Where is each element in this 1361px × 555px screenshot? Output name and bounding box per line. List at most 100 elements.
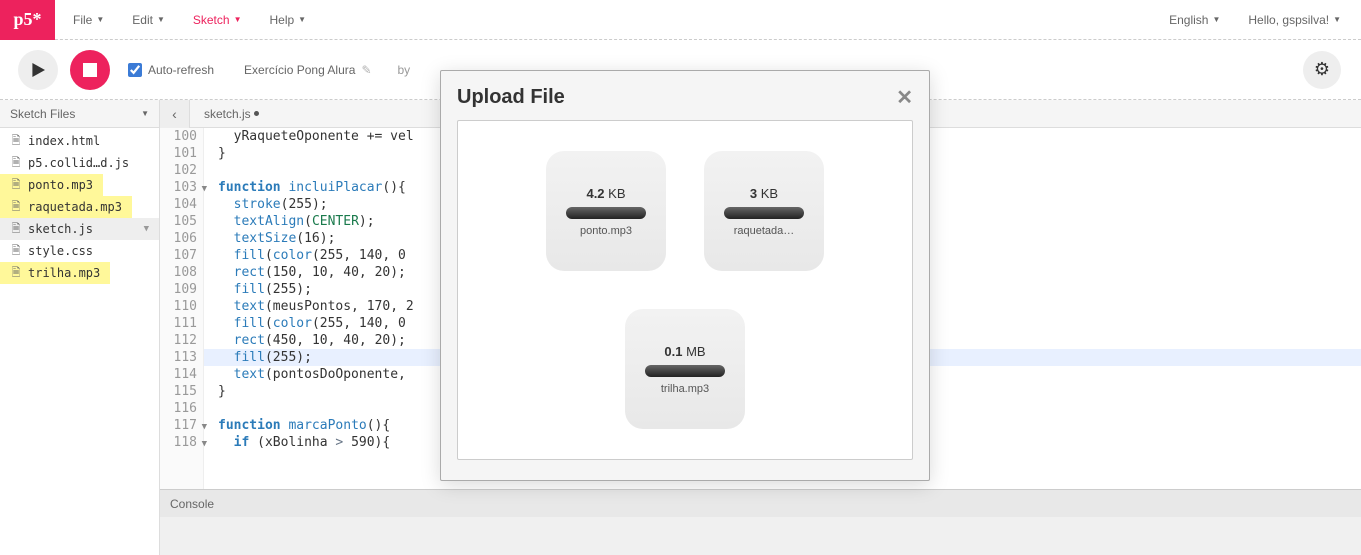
- menu-help[interactable]: Help ▼: [269, 13, 306, 27]
- sketch-name-text: Exercício Pong Alura: [244, 63, 355, 77]
- main-menu: File ▼ Edit ▼ Sketch ▼ Help ▼: [55, 13, 306, 27]
- upload-progress-bar: [645, 365, 725, 377]
- user-menu[interactable]: Hello, gspsilva! ▼: [1248, 13, 1341, 27]
- modal-header: Upload File ✕: [457, 85, 913, 110]
- file-name: p5.collid…d.js: [28, 156, 129, 170]
- line-number: 118▼: [160, 434, 197, 451]
- file-item[interactable]: 🗎 ponto.mp3: [0, 174, 103, 196]
- auto-refresh-label: Auto-refresh: [148, 63, 214, 77]
- file-item[interactable]: 🗎trilha.mp3: [0, 262, 110, 284]
- upload-file-card[interactable]: 3 KB raquetada…: [704, 151, 824, 271]
- line-number: 112: [160, 332, 197, 349]
- menu-right: English ▼ Hello, gspsilva! ▼: [1169, 13, 1361, 27]
- tab-sketch-js[interactable]: sketch.js: [190, 100, 273, 128]
- stop-icon: [83, 63, 97, 77]
- line-number: 104: [160, 196, 197, 213]
- pencil-icon[interactable]: ✎: [361, 63, 371, 77]
- upload-filename: raquetada…: [734, 225, 795, 237]
- console-body: [160, 517, 1361, 555]
- file-list: 🗎index.html🗎p5.collid…d.js🗎ponto.mp3🗎raq…: [0, 128, 159, 286]
- file-item[interactable]: 🗎 p5.collid…d.js: [0, 152, 159, 174]
- upload-progress-bar: [724, 207, 804, 219]
- upload-file-card[interactable]: 4.2 KB ponto.mp3: [546, 151, 666, 271]
- file-item[interactable]: 🗎 index.html: [0, 130, 159, 152]
- line-number: 100: [160, 128, 197, 145]
- sidebar-title: Sketch Files: [10, 107, 75, 121]
- caret-down-icon: ▼: [1333, 15, 1341, 24]
- caret-down-icon: ▼: [234, 15, 242, 24]
- language-selector[interactable]: English ▼: [1169, 13, 1220, 27]
- caret-down-icon: ▼: [141, 109, 149, 118]
- close-icon: ✕: [896, 87, 913, 109]
- upload-filename: ponto.mp3: [580, 225, 632, 237]
- menu-file-label: File: [73, 13, 92, 27]
- menu-edit[interactable]: Edit ▼: [132, 13, 165, 27]
- chevron-left-icon: ‹: [172, 106, 177, 122]
- menu-help-label: Help: [269, 13, 294, 27]
- sidebar: Sketch Files ▼ 🗎 index.html 🗎 p5.collid…d.j…: [0, 100, 160, 555]
- upload-file-card[interactable]: 0.1 MB trilha.mp3: [625, 309, 745, 429]
- file-icon: 🗎: [10, 220, 22, 239]
- auto-refresh-checkbox[interactable]: [128, 63, 142, 77]
- unsaved-dot-icon: [254, 111, 259, 116]
- sidebar-header[interactable]: Sketch Files ▼: [0, 100, 159, 128]
- console-label: Console: [170, 497, 214, 511]
- file-item[interactable]: 🗎 style.css: [0, 240, 159, 262]
- file-name: sketch.js: [28, 222, 93, 236]
- modal-title: Upload File: [457, 86, 565, 109]
- topbar: p5* File ▼ Edit ▼ Sketch ▼ Help ▼ Englis…: [0, 0, 1361, 40]
- user-greeting: Hello, gspsilva!: [1248, 13, 1329, 27]
- line-number: 110: [160, 298, 197, 315]
- collapse-sidebar-button[interactable]: ‹: [160, 100, 190, 128]
- menu-edit-label: Edit: [132, 13, 153, 27]
- file-item[interactable]: 🗎 sketch.js ▼: [0, 218, 159, 240]
- auto-refresh-toggle[interactable]: Auto-refresh: [128, 63, 214, 77]
- stop-button[interactable]: [70, 50, 110, 90]
- file-name: raquetada.mp3: [28, 200, 122, 214]
- file-icon: 🗎: [10, 176, 22, 195]
- play-button[interactable]: [18, 50, 58, 90]
- line-number: 105: [160, 213, 197, 230]
- sketch-name[interactable]: Exercício Pong Alura ✎: [244, 63, 371, 77]
- upload-filename: trilha.mp3: [661, 383, 709, 395]
- line-number: 102: [160, 162, 197, 179]
- menu-sketch-label: Sketch: [193, 13, 230, 27]
- file-name: trilha.mp3: [28, 266, 100, 280]
- line-number: 107: [160, 247, 197, 264]
- line-number: 113: [160, 349, 197, 366]
- menu-sketch[interactable]: Sketch ▼: [193, 13, 242, 27]
- modal-close-button[interactable]: ✕: [896, 85, 913, 110]
- file-item[interactable]: 🗎raquetada.mp3: [0, 196, 132, 218]
- file-name: style.css: [28, 244, 93, 258]
- file-icon: 🗎: [10, 242, 22, 261]
- line-number: 108: [160, 264, 197, 281]
- menu-file[interactable]: File ▼: [73, 13, 104, 27]
- line-number: 101: [160, 145, 197, 162]
- language-label: English: [1169, 13, 1208, 27]
- upload-dropzone[interactable]: 4.2 KB ponto.mp3 3 KB raquetada… 0.1 MB trilh…: [457, 120, 913, 460]
- caret-down-icon: ▼: [144, 224, 149, 234]
- upload-modal: Upload File ✕ 4.2 KB ponto.mp3 3 KB raqueta…: [440, 70, 930, 481]
- caret-down-icon: ▼: [157, 15, 165, 24]
- line-number: 116: [160, 400, 197, 417]
- upload-size: 3 KB: [750, 186, 778, 201]
- file-icon: 🗎: [10, 132, 22, 151]
- settings-button[interactable]: ⚙: [1303, 51, 1341, 89]
- file-icon: 🗎: [10, 154, 22, 173]
- gear-icon: ⚙: [1314, 59, 1330, 80]
- line-gutter: 100101102103▼104105106107108109110111112…: [160, 128, 204, 489]
- upload-size: 4.2 KB: [586, 186, 625, 201]
- caret-down-icon: ▼: [298, 15, 306, 24]
- caret-down-icon: ▼: [1212, 15, 1220, 24]
- upload-size: 0.1 MB: [664, 344, 705, 359]
- caret-down-icon: ▼: [96, 15, 104, 24]
- sketch-author-prefix: by: [398, 63, 411, 77]
- console-header[interactable]: Console: [160, 489, 1361, 517]
- line-number: 103▼: [160, 179, 197, 196]
- file-name: index.html: [28, 134, 100, 148]
- line-number: 117▼: [160, 417, 197, 434]
- logo[interactable]: p5*: [0, 0, 55, 40]
- line-number: 106: [160, 230, 197, 247]
- tab-label: sketch.js: [204, 107, 251, 121]
- file-name: ponto.mp3: [28, 178, 93, 192]
